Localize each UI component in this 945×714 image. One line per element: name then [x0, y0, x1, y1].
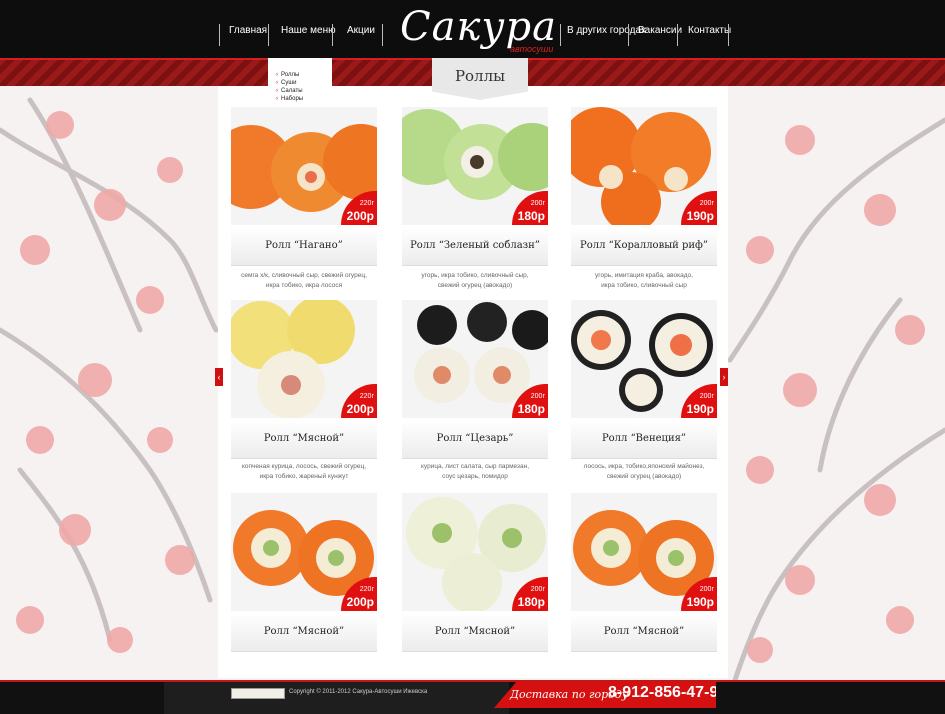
product-weight: 220г: [359, 586, 374, 593]
product-description-line: икра тобико, сливочный сыр: [601, 282, 687, 289]
product-weight: 200г: [699, 200, 714, 207]
product-price: 180р: [517, 595, 545, 609]
product-description-line: икра тобико, икра лосося: [265, 282, 343, 289]
nav-item-contacts[interactable]: Контакты: [688, 25, 731, 36]
product-description-line: копченая курица, лосось, свежий огурец,: [241, 463, 367, 470]
submenu-item-salads[interactable]: Салаты: [276, 88, 303, 94]
next-arrow-icon[interactable]: ›: [720, 368, 728, 386]
product-image[interactable]: 200г 180р: [402, 493, 548, 611]
product-name[interactable]: Ролл “Мясной”: [571, 613, 717, 652]
product-name[interactable]: Ролл “Мясной”: [231, 420, 377, 459]
nav-item-menu[interactable]: Наше меню: [281, 25, 336, 36]
nav-item-promotions[interactable]: Акции: [347, 25, 375, 36]
product-name[interactable]: Ролл “Мясной”: [402, 613, 548, 652]
nav-item-other-cities[interactable]: В других городах: [567, 25, 646, 36]
product-image[interactable]: 200г 180р: [402, 300, 548, 418]
product-description-line: угорь, имитация краба, авокадо,: [595, 272, 693, 279]
product-weight: 200г: [530, 586, 545, 593]
nav-separator: [728, 24, 729, 46]
product-price: 180р: [517, 209, 545, 223]
submenu-item-sets[interactable]: Наборы: [276, 96, 303, 102]
product-description-line: икра тобико, жареный кунжут: [259, 473, 349, 480]
product-weight: 220г: [359, 200, 374, 207]
product-description: лосось, икра, тобико,японский майонез, с…: [571, 462, 717, 482]
product-weight: 200г: [699, 393, 714, 400]
footer-search-input[interactable]: [231, 688, 285, 699]
page-title-banner: Роллы: [432, 58, 528, 100]
product-image[interactable]: 220г 200р: [231, 300, 377, 418]
nav-separator: [628, 24, 629, 46]
nav-item-home[interactable]: Главная: [229, 25, 267, 36]
nav-separator: [268, 24, 269, 46]
nav-separator: [382, 24, 383, 46]
submenu-item-rolls[interactable]: Роллы: [276, 72, 299, 78]
nav-separator: [219, 24, 220, 46]
product-image[interactable]: 200г 180р: [402, 107, 548, 225]
site-logo-subtitle: автосуши: [510, 44, 554, 54]
product-price: 190р: [686, 402, 714, 416]
product-description-line: соус цезарь, помидор: [442, 473, 508, 480]
product-image[interactable]: 220г 200р: [231, 107, 377, 225]
nav-separator: [332, 24, 333, 46]
product-weight: 200г: [530, 393, 545, 400]
product-price: 180р: [517, 402, 545, 416]
page-title: Роллы: [454, 67, 506, 85]
product-description-line: свежий огурец (авокадо): [437, 282, 513, 289]
delivery-phone[interactable]: 8-912-856-47-99: [608, 684, 716, 702]
product-description: курица, лист салата, сыр пармезан, соус …: [402, 462, 548, 482]
product-price: 200р: [346, 209, 374, 223]
product-name[interactable]: Ролл “Венеция”: [571, 420, 717, 459]
product-name[interactable]: Ролл “Цезарь”: [402, 420, 548, 459]
product-description-line: лосось, икра, тобико,японский майонез,: [583, 463, 705, 470]
product-name[interactable]: Ролл “Мясной”: [231, 613, 377, 652]
nav-separator: [677, 24, 678, 46]
product-weight: 200г: [530, 200, 545, 207]
product-name[interactable]: Ролл “Нагано”: [231, 227, 377, 266]
footer-panel: [164, 682, 509, 714]
product-description-line: курица, лист салата, сыр пармезан,: [420, 463, 530, 470]
nav-item-vacancies[interactable]: Вакансии: [638, 25, 682, 36]
product-weight: 200г: [699, 586, 714, 593]
product-price: 190р: [686, 209, 714, 223]
product-weight: 220г: [359, 393, 374, 400]
nav-separator: [560, 24, 561, 46]
product-name[interactable]: Ролл “Коралловый риф”: [571, 227, 717, 266]
submenu-item-sushi[interactable]: Суши: [276, 80, 297, 86]
product-price: 190р: [686, 595, 714, 609]
product-image[interactable]: 200г 190р: [571, 493, 717, 611]
product-image[interactable]: 200г 190р: [571, 107, 717, 225]
product-price: 200р: [346, 402, 374, 416]
delivery-banner: Доставка по городу 8-912-856-47-99: [494, 682, 716, 708]
product-description: копченая курица, лосось, свежий огурец, …: [231, 462, 377, 482]
prev-arrow-icon[interactable]: ‹: [215, 368, 223, 386]
product-description-line: свежий огурец (авокадо): [606, 473, 682, 480]
product-name[interactable]: Ролл “Зеленый соблазн”: [402, 227, 548, 266]
product-description: семга х/к, сливочный сыр, свежий огурец,…: [231, 271, 377, 291]
product-price: 200р: [346, 595, 374, 609]
copyright-text: Copyright © 2011-2012 Сакура-Автосуши Иж…: [289, 689, 428, 695]
product-description-line: семга х/к, сливочный сыр, свежий огурец,: [241, 272, 367, 279]
product-description: угорь, имитация краба, авокадо, икра тоб…: [571, 271, 717, 291]
product-description-line: угорь, икра тобико, сливочный сыр,: [421, 272, 529, 279]
product-image[interactable]: 220г 200р: [231, 493, 377, 611]
product-description: угорь, икра тобико, сливочный сыр, свежи…: [402, 271, 548, 291]
product-image[interactable]: 200г 190р: [571, 300, 717, 418]
